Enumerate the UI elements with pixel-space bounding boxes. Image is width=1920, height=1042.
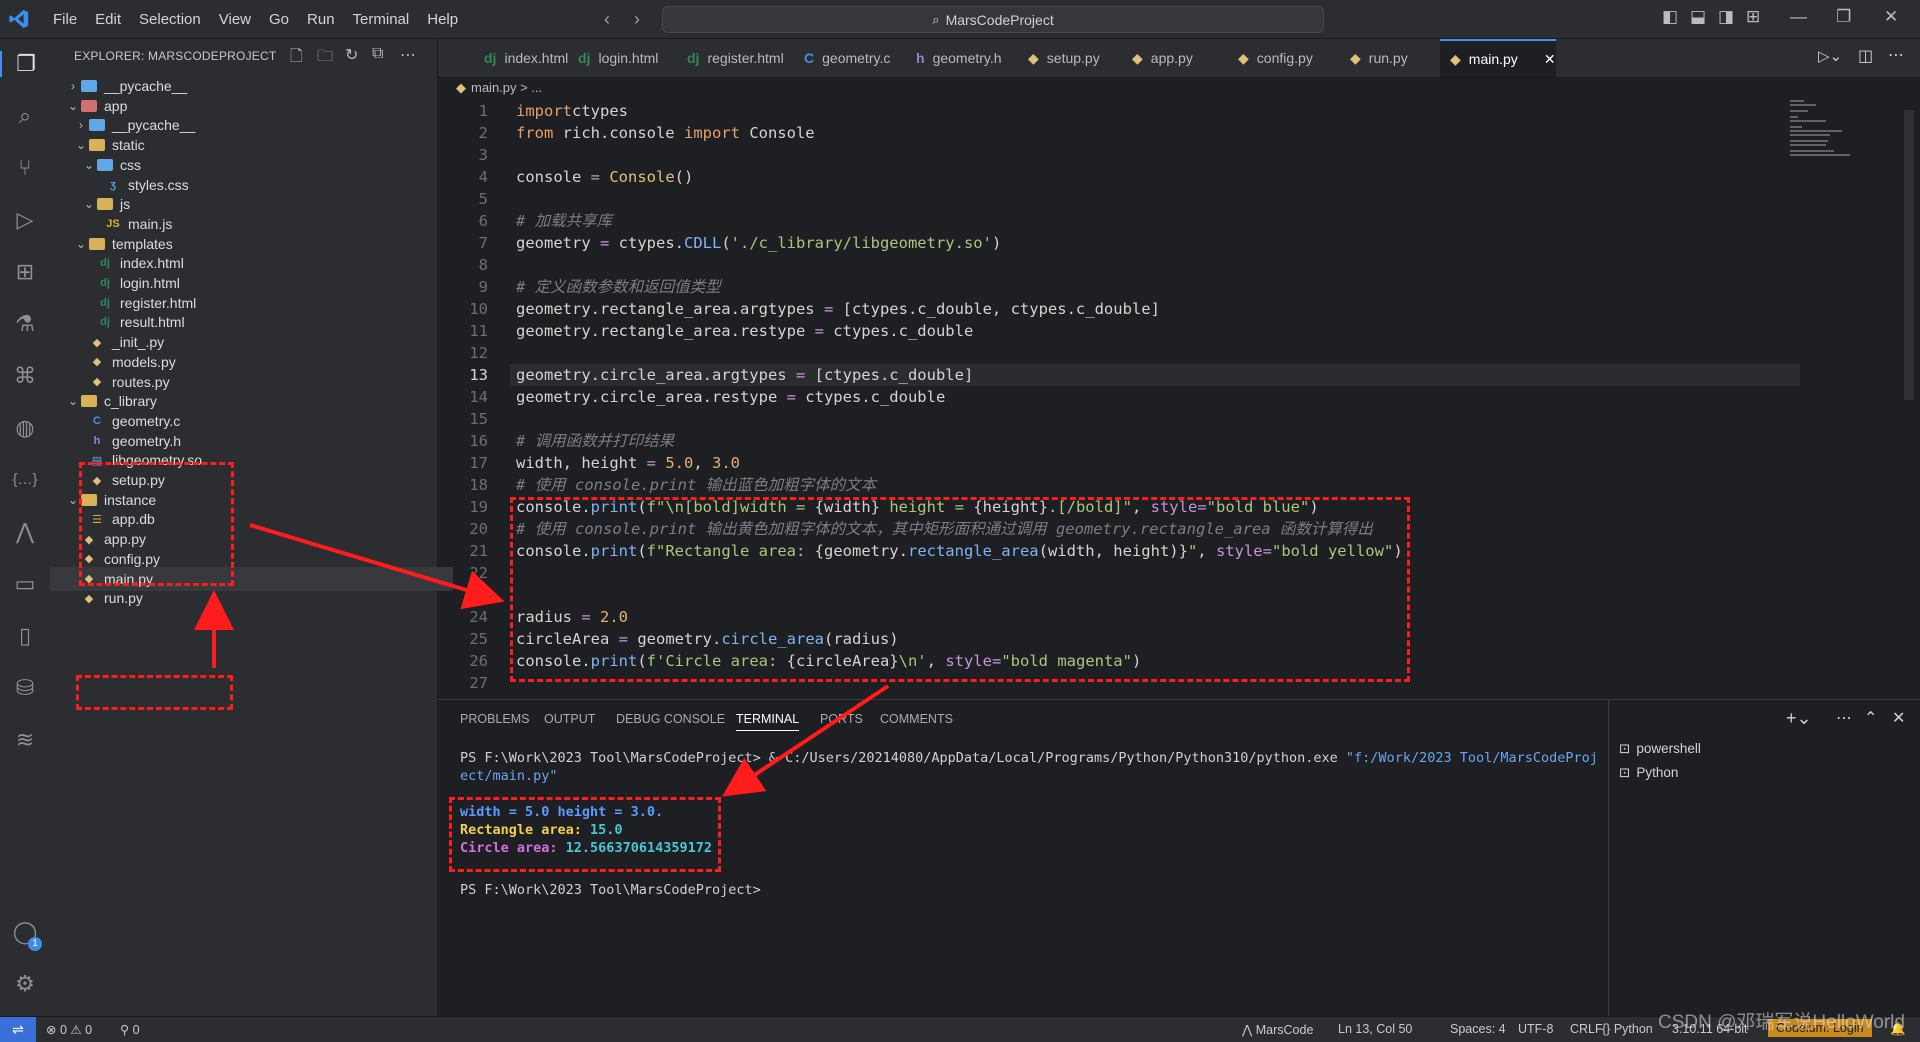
arrow-code-to-output [722, 684, 890, 797]
arrow-clib-to-code [249, 523, 505, 610]
annotation-arrows [194, 523, 890, 797]
